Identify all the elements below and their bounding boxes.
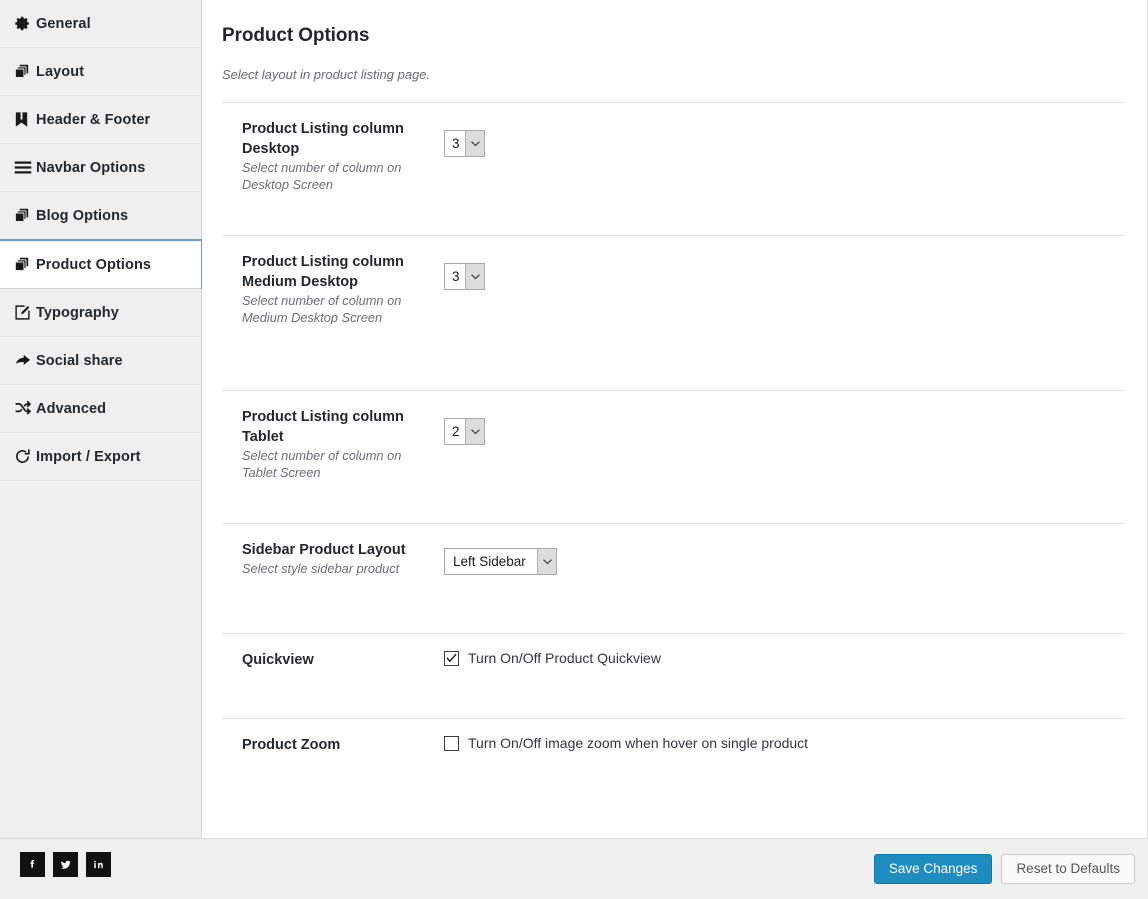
- sidebar-item-label: Social share: [36, 352, 123, 369]
- option-row: Product Zoom Turn On/Off image zoom when …: [222, 719, 1125, 804]
- sidebar-item-advanced[interactable]: Advanced: [0, 385, 201, 433]
- option-control: Left SidebarRight SidebarNo Sidebar: [444, 548, 557, 575]
- twitter-icon[interactable]: [53, 852, 78, 877]
- option-select[interactable]: 123456: [444, 263, 485, 290]
- option-description: Select number of column on Tablet Screen: [242, 448, 402, 480]
- option-row: Quickview Turn On/Off Product Quickview: [222, 634, 1125, 719]
- option-control: 123456: [444, 130, 485, 157]
- option-label-group: Sidebar Product Layout Select style sideb…: [242, 540, 422, 578]
- page-title: Product Options: [222, 25, 370, 46]
- sidebar-item-label: Product Options: [36, 256, 152, 273]
- sidebar-item-label: Navbar Options: [36, 159, 146, 176]
- option-title: Sidebar Product Layout: [242, 542, 406, 558]
- select-wrapper: 123456: [444, 263, 485, 290]
- select-wrapper: 123456: [444, 130, 485, 157]
- option-label-group: Product Listing column Desktop Select num…: [242, 119, 422, 193]
- refresh-icon: [14, 447, 36, 467]
- sidebar-item-label: Import / Export: [36, 448, 141, 465]
- option-label-group: Product Listing column Tablet Select numb…: [242, 407, 422, 481]
- checkbox-line: Turn On/Off Product Quickview: [444, 650, 661, 666]
- layers-icon: [14, 62, 36, 82]
- option-label-group: Product Zoom: [242, 735, 422, 755]
- option-row: Sidebar Product Layout Select style sideb…: [222, 524, 1125, 634]
- option-title: Quickview: [242, 652, 314, 668]
- sidebar-item-import-export[interactable]: Import / Export: [0, 433, 201, 481]
- gear-icon: [14, 14, 36, 34]
- option-select[interactable]: 123456: [444, 418, 485, 445]
- main-panel: Product Options Select layout in product…: [202, 0, 1148, 838]
- book-icon: [14, 110, 36, 130]
- select-wrapper: 123456: [444, 418, 485, 445]
- option-row: Product Listing column Desktop Select num…: [222, 103, 1125, 236]
- option-checkbox[interactable]: [444, 650, 459, 666]
- option-row: Product Listing column Medium Desktop Sel…: [222, 236, 1125, 391]
- option-description: Select style sidebar product: [242, 561, 400, 576]
- sidebar-item-label: Blog Options: [36, 207, 129, 224]
- option-control: Turn On/Off image zoom when hover on sin…: [444, 735, 808, 751]
- checkbox-label: Turn On/Off image zoom when hover on sin…: [468, 735, 809, 751]
- option-control: Turn On/Off Product Quickview: [444, 650, 661, 666]
- social-links: [20, 852, 111, 877]
- admin-options-page: General Layout Header & Footer Navbar Optio…: [0, 0, 1148, 899]
- sidebar-item-label: Typography: [36, 304, 119, 321]
- option-row: Product Listing column Tablet Select numb…: [222, 391, 1125, 524]
- share-arrow-icon: [14, 351, 36, 371]
- sidebar-item-label: Layout: [36, 63, 85, 80]
- sidebar-item-typography[interactable]: Typography: [0, 289, 201, 337]
- sidebar-item-label: Advanced: [36, 400, 107, 417]
- shuffle-icon: [14, 399, 36, 419]
- layers-icon: [14, 206, 36, 226]
- select-wrapper: Left SidebarRight SidebarNo Sidebar: [444, 548, 557, 575]
- option-title: Product Listing column Tablet: [242, 409, 404, 445]
- sidebar-item-blog-options[interactable]: Blog Options: [0, 192, 201, 240]
- sidebar-item-product-options[interactable]: Product Options: [0, 239, 202, 289]
- sidebar-empty-area: [0, 483, 201, 838]
- hamburger-icon: [14, 158, 36, 178]
- option-description: Select number of column on Medium Deskto…: [242, 293, 402, 325]
- option-title: Product Listing column Medium Desktop: [242, 254, 404, 290]
- sidebar-item-social-share[interactable]: Social share: [0, 337, 201, 385]
- save-changes-button[interactable]: Save Changes: [873, 854, 993, 884]
- page-footer: Save Changes Reset to Defaults: [0, 838, 1148, 899]
- facebook-icon[interactable]: [20, 852, 45, 877]
- option-control: 123456: [444, 418, 485, 445]
- sidebar-item-label: General: [36, 15, 91, 32]
- reset-to-defaults-button[interactable]: Reset to Defaults: [1001, 854, 1135, 884]
- option-label-group: Quickview: [242, 650, 422, 670]
- checkbox-label: Turn On/Off Product Quickview: [468, 650, 661, 666]
- sidebar-item-layout[interactable]: Layout: [0, 48, 201, 96]
- option-checkbox[interactable]: [444, 735, 459, 751]
- option-control: 123456: [444, 263, 485, 290]
- checkbox-line: Turn On/Off image zoom when hover on sin…: [444, 735, 808, 751]
- pencil-square-icon: [14, 303, 36, 323]
- layers-icon: [14, 255, 36, 275]
- option-select[interactable]: Left SidebarRight SidebarNo Sidebar: [444, 548, 557, 575]
- sidebar-item-header-footer[interactable]: Header & Footer: [0, 96, 201, 144]
- option-title: Product Zoom: [242, 737, 341, 753]
- panel-description: Select layout in product listing page.: [222, 67, 431, 82]
- linkedin-icon[interactable]: [86, 852, 111, 877]
- sidebar-item-general[interactable]: General: [0, 0, 201, 48]
- option-title: Product Listing column Desktop: [242, 121, 404, 157]
- sidebar-item-navbar-options[interactable]: Navbar Options: [0, 144, 201, 192]
- option-label-group: Product Listing column Medium Desktop Sel…: [242, 252, 422, 326]
- panel-subheader: Select layout in product listing page. C…: [222, 47, 1125, 103]
- footer-actions: Save Changes Reset to Defaults: [873, 854, 1135, 884]
- sidebar-item-label: Header & Footer: [36, 111, 151, 128]
- option-select[interactable]: 123456: [444, 130, 485, 157]
- option-description: Select number of column on Desktop Scree…: [242, 160, 402, 192]
